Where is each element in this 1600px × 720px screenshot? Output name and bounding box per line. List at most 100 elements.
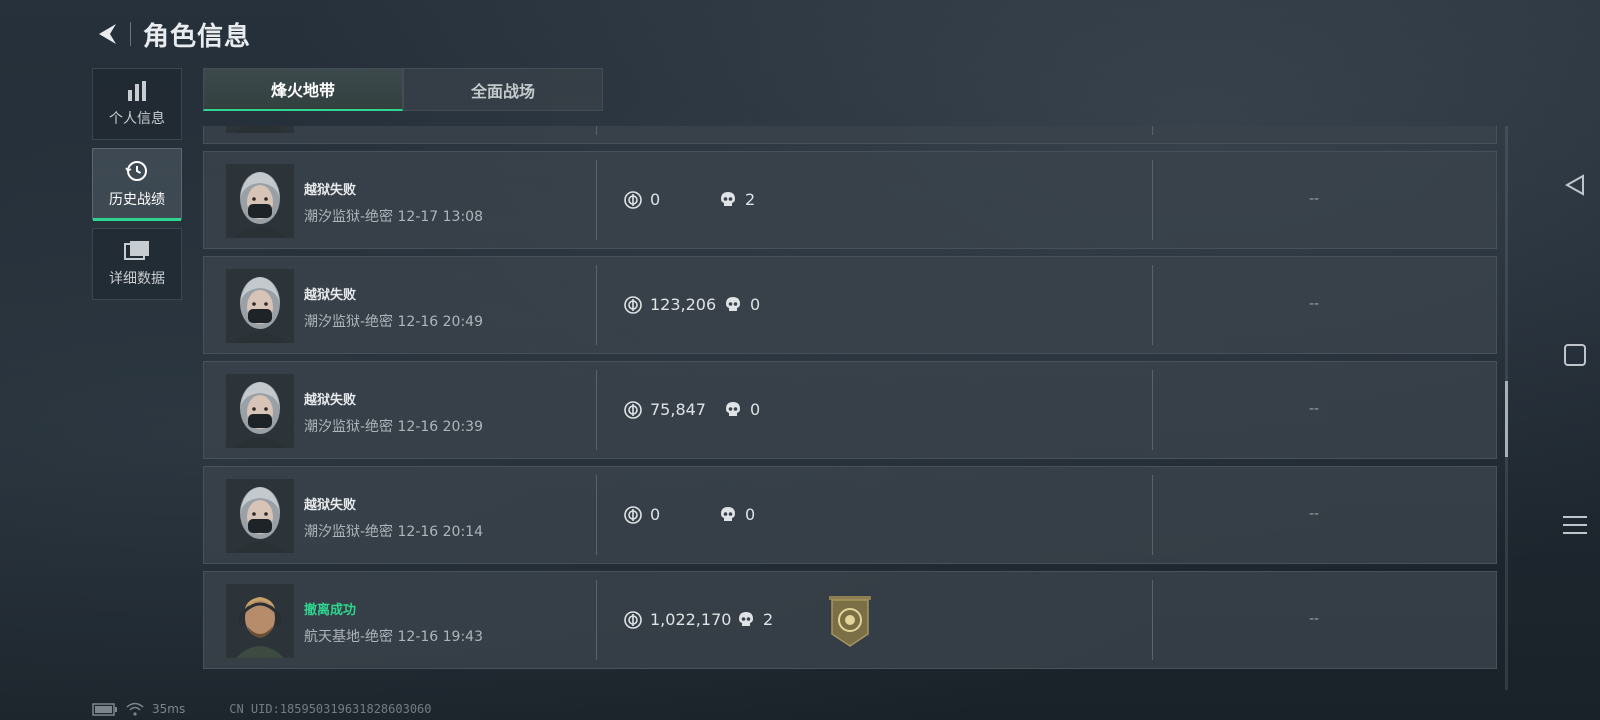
match-info: 越狱失败潮汐监狱-绝密 12-17 13:08: [304, 179, 483, 226]
match-row[interactable]: 越狱失败潮汐监狱-绝密 12-16 20:39 75,847 0 --: [203, 361, 1497, 459]
side-item-label: 历史战绩: [109, 192, 165, 208]
match-detail: --: [1309, 506, 1320, 522]
coin-value-icon: [624, 190, 642, 209]
loot-value: 1,022,170: [624, 610, 731, 629]
match-map: 潮汐监狱-绝密: [304, 314, 394, 330]
match-time: 12-16 20:49: [397, 314, 483, 330]
match-detail: --: [1309, 611, 1320, 627]
status-bar: 35ms CN UID:185950319631828603060: [92, 702, 432, 716]
side-item-personal-info[interactable]: 个人信息: [92, 68, 182, 140]
match-map-time: 航天基地-绝密 12-16 19:43: [304, 626, 483, 646]
coin-value-icon: [624, 295, 642, 314]
loot-value: 0: [624, 190, 660, 209]
kill-count: 2: [719, 190, 755, 209]
scroll-thumb[interactable]: [1505, 381, 1508, 457]
column-divider: [1152, 160, 1153, 240]
page-title: 角色信息: [143, 21, 252, 52]
match-map: 潮汐监狱-绝密: [304, 209, 394, 225]
system-back-button[interactable]: [1560, 170, 1590, 200]
match-detail: --: [1309, 296, 1320, 312]
coin-value-icon: [624, 505, 642, 524]
kill-count-text: 2: [745, 190, 756, 209]
kill-count-text: 0: [750, 400, 761, 419]
match-map: 潮汐监狱-绝密: [304, 419, 394, 435]
coin-value-icon: [624, 610, 642, 629]
side-item-history[interactable]: 历史战绩: [92, 148, 182, 221]
back-button[interactable]: [92, 18, 124, 50]
column-divider: [596, 580, 597, 660]
operator-avatar: [226, 479, 294, 553]
skull-icon: [724, 401, 742, 419]
match-history-list[interactable]: 潮汐监狱-绝密 12-17 13:2700--越狱失败潮汐监狱-绝密 12-17…: [203, 126, 1497, 690]
column-divider: [1152, 265, 1153, 345]
square-home-icon: [1564, 344, 1586, 366]
match-row[interactable]: 潮汐监狱-绝密 12-17 13:2700--: [203, 126, 1497, 144]
tab-hazard-zone[interactable]: 烽火地带: [203, 68, 403, 111]
column-divider: [1152, 126, 1153, 135]
wifi-icon: [126, 702, 144, 716]
column-divider: [596, 265, 597, 345]
match-time: 12-16 20:14: [397, 524, 483, 540]
match-detail: --: [1309, 191, 1320, 207]
kill-count-text: 2: [763, 610, 774, 629]
side-nav: 个人信息 历史战绩 详细数据: [92, 68, 184, 308]
operator-avatar: [226, 164, 294, 238]
skull-icon: [719, 506, 737, 524]
match-detail: --: [1309, 401, 1320, 417]
match-map-time: 潮汐监狱-绝密 12-17 13:08: [304, 206, 483, 226]
side-item-label: 个人信息: [109, 111, 165, 127]
loot-value: 75,847: [624, 400, 706, 419]
loot-value: 0: [624, 505, 660, 524]
kill-count: 0: [724, 400, 760, 419]
kill-count-text: 0: [750, 295, 761, 314]
loot-value-text: 1,022,170: [650, 610, 732, 629]
loot-value-text: 0: [650, 505, 661, 524]
match-row[interactable]: 越狱失败潮汐监狱-绝密 12-17 13:08 0 2 --: [203, 151, 1497, 249]
match-map-time: 潮汐监狱-绝密 12-16 20:14: [304, 521, 483, 541]
match-row[interactable]: 越狱失败潮汐监狱-绝密 12-16 20:14 0 0 --: [203, 466, 1497, 564]
match-result: 越狱失败: [304, 183, 357, 198]
triangle-back-icon: [1564, 174, 1584, 196]
match-result: 越狱失败: [304, 288, 357, 303]
match-result: 撤离成功: [304, 603, 357, 618]
match-time: 12-16 19:43: [397, 629, 483, 645]
column-divider: [596, 475, 597, 555]
match-time: 12-16 20:39: [397, 419, 483, 435]
kill-count: 2: [737, 610, 773, 629]
side-item-detailed-data[interactable]: 详细数据: [92, 228, 182, 300]
column-divider: [1152, 370, 1153, 450]
match-map: 潮汐监狱-绝密: [304, 524, 394, 540]
match-row[interactable]: 撤离成功航天基地-绝密 12-16 19:43 1,022,170 2 --: [203, 571, 1497, 669]
system-menu-button[interactable]: [1560, 510, 1590, 540]
kill-count-text: 0: [745, 505, 756, 524]
match-result: 越狱失败: [304, 498, 357, 513]
kill-count: 0: [719, 505, 755, 524]
match-info: 越狱失败潮汐监狱-绝密 12-16 20:49: [304, 284, 483, 331]
skull-icon: [724, 296, 742, 314]
match-result: 越狱失败: [304, 393, 357, 408]
history-clock-icon: [125, 161, 147, 181]
loot-value-text: 75,847: [650, 400, 706, 419]
operator-avatar: [226, 126, 294, 133]
match-map-time: 潮汐监狱-绝密 12-16 20:49: [304, 311, 483, 331]
back-arrow-icon: [99, 24, 116, 44]
list-scrollbar[interactable]: [1505, 126, 1508, 690]
match-row[interactable]: 越狱失败潮汐监狱-绝密 12-16 20:49 123,206 0 --: [203, 256, 1497, 354]
bar-chart-icon: [128, 81, 146, 101]
header-divider: [130, 22, 131, 46]
skull-icon: [737, 611, 755, 629]
coin-value-icon: [624, 400, 642, 419]
menu-lines-icon: [1563, 516, 1587, 534]
loot-value: 123,206: [624, 295, 716, 314]
loot-value-text: 0: [650, 190, 661, 209]
folder-icon: [124, 241, 149, 260]
system-home-button[interactable]: [1560, 340, 1590, 370]
extraction-badge-icon: [827, 596, 873, 648]
tab-full-battlefield[interactable]: 全面战场: [403, 68, 603, 111]
ping-text: 35ms: [152, 702, 186, 716]
page-header: 角色信息: [92, 14, 251, 54]
operator-avatar: [226, 374, 294, 448]
uid-text: CN UID:185950319631828603060: [229, 702, 432, 716]
column-divider: [596, 160, 597, 240]
column-divider: [1152, 475, 1153, 555]
